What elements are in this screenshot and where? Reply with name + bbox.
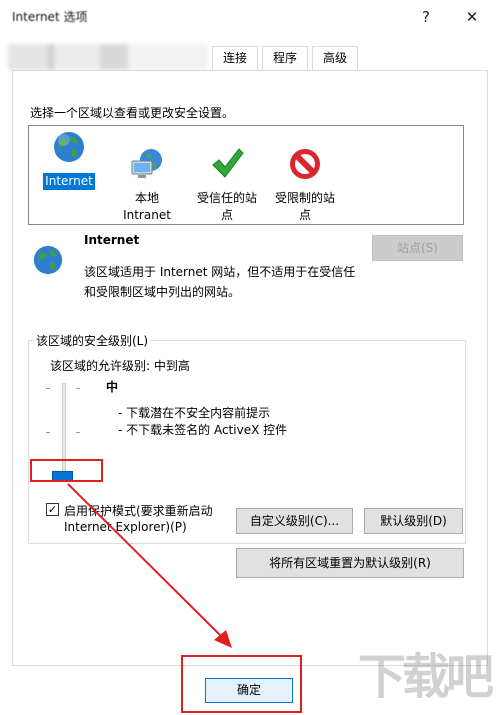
zone-title: Internet	[84, 233, 140, 247]
protected-mode-label-line1: 启用保护模式(要求重新启动	[64, 504, 213, 518]
watermark-logo: 下载吧	[357, 649, 494, 705]
ok-highlight-box	[181, 655, 302, 713]
security-level-name: 中	[106, 380, 119, 394]
protected-mode-checkbox[interactable]: ✓	[46, 503, 59, 516]
zone-internet[interactable]: Internet	[41, 130, 97, 190]
tab-connections[interactable]: 连接	[212, 46, 258, 70]
title-bar: Internet 选项 ? ✕	[0, 0, 500, 34]
tab-row: 连接 程序 高级	[0, 34, 500, 70]
zone-local-intranet[interactable]: 本地 Intranet	[115, 130, 179, 224]
zone-restricted-sites-label: 受限制的站 点	[274, 191, 335, 222]
restricted-icon	[290, 149, 320, 179]
zone-prompt: 选择一个区域以查看或更改安全设置。	[30, 106, 235, 120]
green-check-icon	[212, 148, 244, 178]
sites-button[interactable]: 站点(S)	[372, 235, 463, 261]
slider-tick	[46, 432, 50, 433]
slider-tick	[76, 388, 80, 389]
custom-level-button[interactable]: 自定义级别(C)...	[236, 508, 353, 534]
security-level-title: 该区域的安全级别(L)	[34, 332, 151, 349]
zone-local-intranet-label: 本地 Intranet	[123, 191, 171, 222]
level-bullet-2: - 不下载未签名的 ActiveX 控件	[118, 423, 288, 437]
intranet-computer-icon	[131, 149, 162, 178]
close-button[interactable]: ✕	[460, 6, 484, 28]
slider-highlight-box	[30, 459, 103, 482]
zone-internet-label: Internet	[43, 173, 95, 190]
globe-icon	[54, 132, 84, 162]
default-level-button[interactable]: 默认级别(D)	[364, 508, 463, 534]
zone-restricted-sites[interactable]: 受限制的站 点	[267, 130, 343, 224]
zone-trusted-sites-label: 受信任的站 点	[196, 191, 257, 222]
tab-programs[interactable]: 程序	[262, 46, 308, 70]
tab-advanced[interactable]: 高级	[312, 46, 358, 70]
zone-list[interactable]: Internet 本地 Intranet 受信任的站 点 受限制的站 点	[28, 125, 464, 225]
zone-description-line1: 该区域适用于 Internet 网站，但不适用于在受信任	[84, 265, 356, 279]
security-slider-track[interactable]	[62, 383, 66, 471]
blurred-tabs	[8, 44, 208, 70]
reset-all-zones-button[interactable]: 将所有区域重置为默认级别(R)	[236, 548, 464, 578]
slider-tick	[46, 388, 50, 389]
help-button[interactable]: ?	[414, 6, 438, 28]
slider-tick	[76, 432, 80, 433]
zone-trusted-sites[interactable]: 受信任的站 点	[189, 130, 265, 224]
zone-description-line2: 和受限制区域中列出的网站。	[84, 285, 241, 299]
level-bullet-1: - 下载潜在不安全内容前提示	[118, 406, 271, 420]
allowed-levels-text: 该区域的允许级别: 中到高	[50, 359, 190, 373]
window-title: Internet 选项	[12, 10, 88, 24]
protected-mode-label-line2: Internet Explorer)(P)	[64, 520, 187, 534]
zone-globe-icon	[33, 245, 63, 275]
